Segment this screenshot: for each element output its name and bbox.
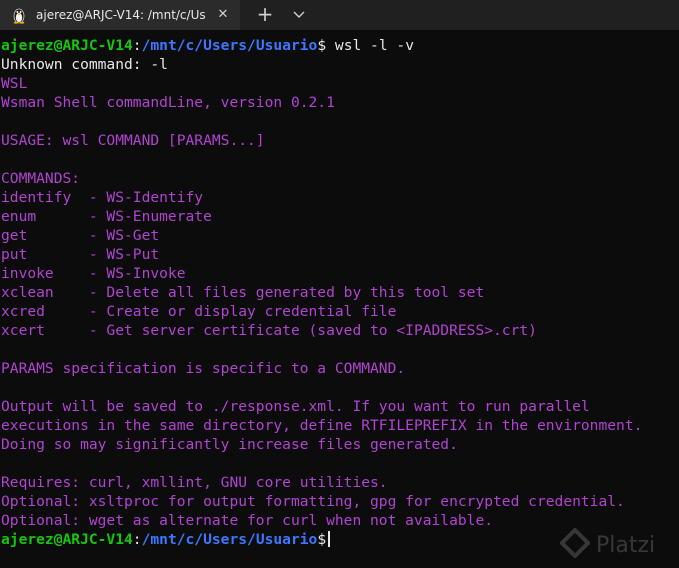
output-line: Doing so may significantly increase file… xyxy=(1,436,458,453)
output-line: Requires: curl, xmllint, GNU core utilit… xyxy=(1,474,388,491)
output-line: Optional: xsltproc for output formatting… xyxy=(1,493,625,510)
platzi-logo-icon xyxy=(559,527,591,562)
error-line: Unknown command: -l xyxy=(1,56,168,73)
prompt-path: /mnt/c/Users/Usuario xyxy=(141,531,318,548)
output-line: Wsman Shell commandLine, version 0.2.1 xyxy=(1,94,335,111)
output-line: identify - WS-Identify xyxy=(1,189,204,206)
prompt-symbol: $ xyxy=(317,531,327,548)
title-bar: ajerez@ARJC-V14: /mnt/c/Users ✕ + xyxy=(0,0,679,30)
linux-tux-icon xyxy=(10,6,28,24)
prompt-command: wsl -l -v xyxy=(326,37,414,54)
output-line: invoke - WS-Invoke xyxy=(1,265,186,282)
chevron-down-icon[interactable] xyxy=(290,5,308,23)
watermark-text: Platzi xyxy=(596,532,656,558)
output-line: put - WS-Put xyxy=(1,246,160,263)
output-line: enum - WS-Enumerate xyxy=(1,208,212,225)
output-line: xclean - Delete all files generated by t… xyxy=(1,284,485,301)
text-cursor xyxy=(328,531,331,547)
terminal-output[interactable]: ajerez@ARJC-V14:/mnt/c/Users/Usuario$ ws… xyxy=(0,36,679,568)
tab-title: ajerez@ARJC-V14: /mnt/c/Users xyxy=(36,8,206,22)
output-line: xcert - Get server certificate (saved to… xyxy=(1,322,537,339)
output-line: get - WS-Get xyxy=(1,227,160,244)
prompt-colon: : xyxy=(132,531,142,548)
prompt-user: ajerez@ARJC-V14 xyxy=(1,531,133,548)
output-line: USAGE: wsl COMMAND [PARAMS...] xyxy=(1,132,265,149)
prompt-symbol: $ xyxy=(317,37,327,54)
output-line: Output will be saved to ./response.xml. … xyxy=(1,398,590,415)
terminal-tab[interactable]: ajerez@ARJC-V14: /mnt/c/Users ✕ xyxy=(0,0,240,30)
prompt-path: /mnt/c/Users/Usuario xyxy=(141,37,318,54)
prompt-user: ajerez@ARJC-V14 xyxy=(1,37,133,54)
prompt-colon: : xyxy=(132,37,142,54)
platzi-watermark: Platzi xyxy=(559,527,675,562)
output-line: executions in the same directory, define… xyxy=(1,417,643,434)
output-line: COMMANDS: xyxy=(1,170,81,187)
output-line: xcred - Create or display credential fil… xyxy=(1,303,397,320)
output-line: WSL xyxy=(1,75,28,92)
output-line: PARAMS specification is specific to a CO… xyxy=(1,360,406,377)
close-tab-icon[interactable]: ✕ xyxy=(214,6,232,24)
prompt-line: ajerez@ARJC-V14:/mnt/c/Users/Usuario$ ws… xyxy=(1,36,679,55)
new-tab-button[interactable]: + xyxy=(254,3,276,25)
